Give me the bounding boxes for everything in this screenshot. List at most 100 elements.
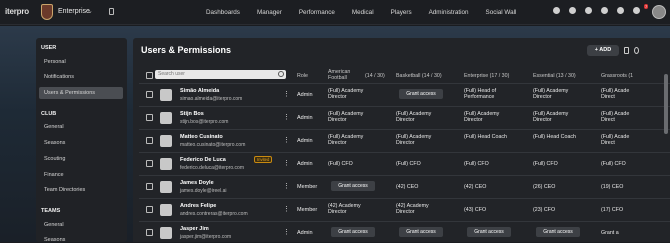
permission-cell[interactable]: (Full) CFO [464, 161, 516, 167]
grant-access-button[interactable]: Grant access [331, 227, 375, 237]
col-american-football-count: (14 / 30) [365, 73, 385, 79]
user-icon[interactable] [634, 47, 639, 54]
chat-icon[interactable] [617, 7, 624, 14]
user-role: Admin [297, 115, 313, 121]
permission-cell[interactable]: (Full) Academy Director [328, 111, 380, 123]
user-name: Stijn Bos [180, 111, 204, 117]
app-logo[interactable]: iterpro [5, 7, 29, 16]
row-checkbox[interactable] [146, 206, 153, 213]
document-icon[interactable] [109, 8, 114, 15]
permission-cell[interactable]: (Full) CFO [396, 161, 448, 167]
table-row[interactable]: Federico De Luca federico.deluca@iterpro… [139, 152, 670, 174]
sidebar-item-notifications[interactable]: Notifications [44, 74, 74, 80]
sidebar-item-finance[interactable]: Finance [44, 172, 64, 178]
row-checkbox[interactable] [146, 91, 153, 98]
permission-cell[interactable]: (Full) Academy Director [533, 88, 585, 100]
permission-cell[interactable]: (42) CEO [464, 184, 516, 190]
user-avatar[interactable] [652, 5, 666, 19]
permission-cell[interactable]: (Full) Academy Director [533, 111, 585, 123]
calendar-icon[interactable] [585, 7, 592, 14]
export-icon[interactable] [624, 47, 629, 54]
section-teams: TEAMS [41, 208, 61, 214]
row-checkbox[interactable] [146, 183, 153, 190]
permission-cell[interactable]: Grant a [601, 230, 631, 236]
permission-cell[interactable]: (Full) CFO [601, 161, 631, 167]
chevron-down-icon[interactable]: ⌄ [87, 7, 93, 15]
permission-cell[interactable]: (42) CEO [396, 184, 448, 190]
more-options-icon[interactable]: ⋮ [283, 182, 290, 190]
permission-cell[interactable]: (Full) Academy Director [396, 134, 448, 146]
team-selector-label[interactable]: Enterprise [58, 8, 90, 15]
permission-cell[interactable]: (Full) Head of Performance [464, 88, 516, 100]
add-user-button[interactable]: + ADD [587, 45, 619, 56]
permission-cell[interactable]: (Full) Acade Direct [601, 134, 631, 146]
search-icon[interactable] [278, 71, 284, 77]
more-options-icon[interactable]: ⋮ [283, 90, 290, 98]
nav-performance[interactable]: Performance [299, 9, 335, 16]
more-options-icon[interactable]: ⋮ [283, 136, 290, 144]
sidebar-item-personal[interactable]: Personal [44, 59, 66, 65]
grant-access-button[interactable]: Grant access [399, 227, 443, 237]
permission-cell[interactable]: (Full) Head Coach [464, 134, 516, 140]
row-checkbox[interactable] [146, 160, 153, 167]
permission-cell[interactable]: (Full) CFO [328, 161, 380, 167]
sidebar-item-scouting[interactable]: Scouting [44, 156, 65, 162]
help-icon[interactable] [553, 7, 560, 14]
user-role: Admin [297, 230, 313, 236]
permission-cell[interactable]: (Full) Head Coach [533, 134, 585, 140]
more-options-icon[interactable]: ⋮ [283, 159, 290, 167]
grant-access-button[interactable]: Grant access [536, 227, 580, 237]
grant-access-button[interactable]: Grant access [331, 181, 375, 191]
nav-administration[interactable]: Administration [429, 9, 469, 16]
permission-cell[interactable]: (Full) Acade Direct [601, 111, 631, 123]
nav-social-wall[interactable]: Social Wall [486, 9, 517, 16]
col-enterprise: Enterprise (17 / 30) [464, 73, 510, 79]
permission-cell[interactable]: (26) CEO [533, 184, 585, 190]
permission-cell[interactable]: (19) CEO [601, 184, 631, 190]
permission-cell[interactable]: (Full) CFO [533, 161, 585, 167]
sidebar-item-teams-general[interactable]: General [44, 222, 64, 228]
more-options-icon[interactable]: ⋮ [283, 113, 290, 121]
permission-cell[interactable]: (23) CFO [533, 207, 585, 213]
table-row[interactable]: Simão Almeida simao.almeida@iterpro.com ⋮… [139, 83, 670, 105]
sidebar-item-club-seasons[interactable]: Seasons [44, 140, 65, 146]
more-options-icon[interactable]: ⋮ [283, 205, 290, 213]
permission-cell[interactable]: (42) Academy Director [396, 203, 448, 215]
permission-cell[interactable]: (42) Academy Director [328, 203, 380, 215]
sidebar-item-teams-seasons[interactable]: Seasons [44, 237, 65, 243]
permission-cell[interactable]: (Full) Academy Director [464, 111, 516, 123]
sidebar-item-team-directories[interactable]: Team Directories [44, 187, 85, 193]
row-checkbox[interactable] [146, 229, 153, 236]
row-checkbox[interactable] [146, 137, 153, 144]
select-all-checkbox[interactable] [146, 72, 153, 79]
nav-dashboards[interactable]: Dashboards [206, 9, 240, 16]
rocket-icon[interactable] [601, 7, 608, 14]
user-role: Admin [297, 92, 313, 98]
top-icons [553, 7, 640, 14]
nav-medical[interactable]: Medical [352, 9, 374, 16]
table-row[interactable]: Stijn Bos stijn.bos@iterpro.com ⋮ Admin (F… [139, 106, 670, 128]
sidebar-item-users-permissions[interactable]: Users & Permissions [39, 87, 123, 99]
scrollbar[interactable] [664, 74, 668, 134]
permission-cell[interactable]: (43) CFO [464, 207, 516, 213]
permission-cell[interactable]: (Full) Acade Direct [601, 88, 631, 100]
table-row[interactable]: Matteo Cusinato matteo.cusinato@iterpro.… [139, 129, 670, 151]
plus-icon[interactable] [569, 7, 576, 14]
row-checkbox[interactable] [146, 114, 153, 121]
nav-players[interactable]: Players [391, 9, 412, 16]
grant-access-button[interactable]: Grant access [467, 227, 511, 237]
permission-cell[interactable]: (Full) Academy Director [328, 134, 380, 146]
grant-access-button[interactable]: Grant access [399, 89, 443, 99]
bell-icon[interactable] [633, 7, 640, 14]
avatar [160, 112, 172, 124]
nav-manager[interactable]: Manager [257, 9, 282, 16]
more-options-icon[interactable]: ⋮ [283, 228, 290, 236]
permission-cell[interactable]: (Full) Academy Director [396, 111, 448, 123]
sidebar-item-club-general[interactable]: General [44, 124, 64, 130]
permission-cell[interactable]: (17) CFO [601, 207, 631, 213]
table-row[interactable]: James Doyle james.doyle@ireel.ai ⋮ Member… [139, 175, 670, 197]
search-input[interactable] [155, 70, 286, 79]
permission-cell[interactable]: (Full) Academy Director [328, 88, 380, 100]
table-row[interactable]: Andres Felipe andres.contreras@iterpro.c… [139, 198, 670, 220]
table-row[interactable]: Jasper Jim jasper.jim@iterpro.com ⋮ Admin… [139, 221, 670, 243]
